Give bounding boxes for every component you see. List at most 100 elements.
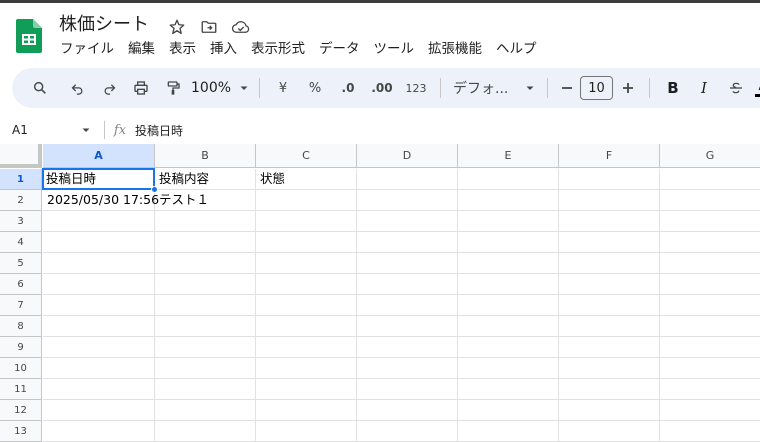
- cell-c6[interactable]: [256, 274, 357, 295]
- menu-format[interactable]: 表示形式: [244, 38, 312, 60]
- move-to-folder-icon[interactable]: [198, 16, 220, 38]
- cell-f1[interactable]: [559, 169, 660, 190]
- cell-e10[interactable]: [458, 358, 559, 379]
- cell-c11[interactable]: [256, 379, 357, 400]
- cell-f11[interactable]: [559, 379, 660, 400]
- cell-c10[interactable]: [256, 358, 357, 379]
- cell-d5[interactable]: [357, 253, 458, 274]
- more-formats-button[interactable]: 123: [400, 74, 432, 102]
- row-header-6[interactable]: 6: [0, 274, 42, 295]
- cell-a13[interactable]: [43, 421, 155, 442]
- menu-edit[interactable]: 編集: [121, 38, 162, 60]
- cell-d9[interactable]: [357, 337, 458, 358]
- cell-e1[interactable]: [458, 169, 559, 190]
- cell-a1[interactable]: 投稿日時: [42, 168, 155, 190]
- row-header-12[interactable]: 12: [0, 400, 42, 421]
- menu-view[interactable]: 表示: [162, 38, 203, 60]
- column-header-g[interactable]: G: [660, 144, 760, 168]
- select-all-corner[interactable]: [0, 144, 42, 168]
- cell-g2[interactable]: [660, 190, 760, 211]
- cell-a4[interactable]: [43, 232, 155, 253]
- decrease-decimal-button[interactable]: .0: [332, 74, 364, 102]
- menu-data[interactable]: データ: [312, 38, 367, 60]
- row-header-7[interactable]: 7: [0, 295, 42, 316]
- row-header-3[interactable]: 3: [0, 211, 42, 232]
- menu-extensions[interactable]: 拡張機能: [421, 38, 489, 60]
- cell-b12[interactable]: [155, 400, 256, 421]
- cell-e2[interactable]: [458, 190, 559, 211]
- cell-d13[interactable]: [357, 421, 458, 442]
- cell-a11[interactable]: [43, 379, 155, 400]
- cell-g13[interactable]: [660, 421, 760, 442]
- sheets-logo-icon[interactable]: [16, 19, 42, 53]
- cell-d12[interactable]: [357, 400, 458, 421]
- cell-d8[interactable]: [357, 316, 458, 337]
- cell-g4[interactable]: [660, 232, 760, 253]
- menu-insert[interactable]: 挿入: [203, 38, 244, 60]
- cell-b7[interactable]: [155, 295, 256, 316]
- cell-f4[interactable]: [559, 232, 660, 253]
- cell-d2[interactable]: [357, 190, 458, 211]
- cell-g8[interactable]: [660, 316, 760, 337]
- row-header-10[interactable]: 10: [0, 358, 42, 379]
- cell-a2[interactable]: 2025/05/30 17:56: [43, 190, 159, 211]
- cell-g10[interactable]: [660, 358, 760, 379]
- menu-file[interactable]: ファイル: [53, 38, 121, 60]
- cell-f13[interactable]: [559, 421, 660, 442]
- cell-b2[interactable]: テスト１: [155, 190, 256, 211]
- cell-b3[interactable]: [155, 211, 256, 232]
- cell-c2[interactable]: [256, 190, 357, 211]
- cell-e7[interactable]: [458, 295, 559, 316]
- cell-f2[interactable]: [559, 190, 660, 211]
- cell-c13[interactable]: [256, 421, 357, 442]
- cell-f3[interactable]: [559, 211, 660, 232]
- formula-input[interactable]: 投稿日時: [135, 122, 760, 139]
- percent-format-button[interactable]: %: [298, 74, 332, 102]
- cell-c5[interactable]: [256, 253, 357, 274]
- column-header-f[interactable]: F: [559, 144, 660, 168]
- cell-a10[interactable]: [43, 358, 155, 379]
- strikethrough-icon[interactable]: [720, 74, 752, 102]
- cell-b1[interactable]: 投稿内容: [155, 169, 256, 190]
- cell-g7[interactable]: [660, 295, 760, 316]
- cell-a8[interactable]: [43, 316, 155, 337]
- cell-b9[interactable]: [155, 337, 256, 358]
- increase-font-size-icon[interactable]: [615, 74, 641, 102]
- cell-g11[interactable]: [660, 379, 760, 400]
- cell-a5[interactable]: [43, 253, 155, 274]
- cell-b13[interactable]: [155, 421, 256, 442]
- search-icon[interactable]: [28, 74, 52, 102]
- cell-d11[interactable]: [357, 379, 458, 400]
- cell-c3[interactable]: [256, 211, 357, 232]
- cell-f8[interactable]: [559, 316, 660, 337]
- cell-b8[interactable]: [155, 316, 256, 337]
- row-header-13[interactable]: 13: [0, 421, 42, 442]
- cell-c9[interactable]: [256, 337, 357, 358]
- cell-e9[interactable]: [458, 337, 559, 358]
- column-header-a[interactable]: A: [43, 144, 155, 168]
- row-header-9[interactable]: 9: [0, 337, 42, 358]
- row-header-2[interactable]: 2: [0, 190, 42, 211]
- cell-e8[interactable]: [458, 316, 559, 337]
- cell-e4[interactable]: [458, 232, 559, 253]
- cell-a12[interactable]: [43, 400, 155, 421]
- cell-f9[interactable]: [559, 337, 660, 358]
- cell-g12[interactable]: [660, 400, 760, 421]
- cell-g5[interactable]: [660, 253, 760, 274]
- row-header-1[interactable]: 1: [0, 169, 42, 190]
- cell-d1[interactable]: [357, 169, 458, 190]
- cell-b5[interactable]: [155, 253, 256, 274]
- text-color-icon[interactable]: A: [752, 74, 760, 102]
- cell-c1[interactable]: 状態: [256, 169, 357, 190]
- cell-f10[interactable]: [559, 358, 660, 379]
- cell-d10[interactable]: [357, 358, 458, 379]
- cell-e11[interactable]: [458, 379, 559, 400]
- cell-c8[interactable]: [256, 316, 357, 337]
- cell-f12[interactable]: [559, 400, 660, 421]
- fill-handle[interactable]: [151, 186, 158, 193]
- cell-a9[interactable]: [43, 337, 155, 358]
- cell-e13[interactable]: [458, 421, 559, 442]
- name-box[interactable]: A1: [0, 118, 100, 142]
- redo-icon[interactable]: [93, 74, 125, 102]
- cell-d3[interactable]: [357, 211, 458, 232]
